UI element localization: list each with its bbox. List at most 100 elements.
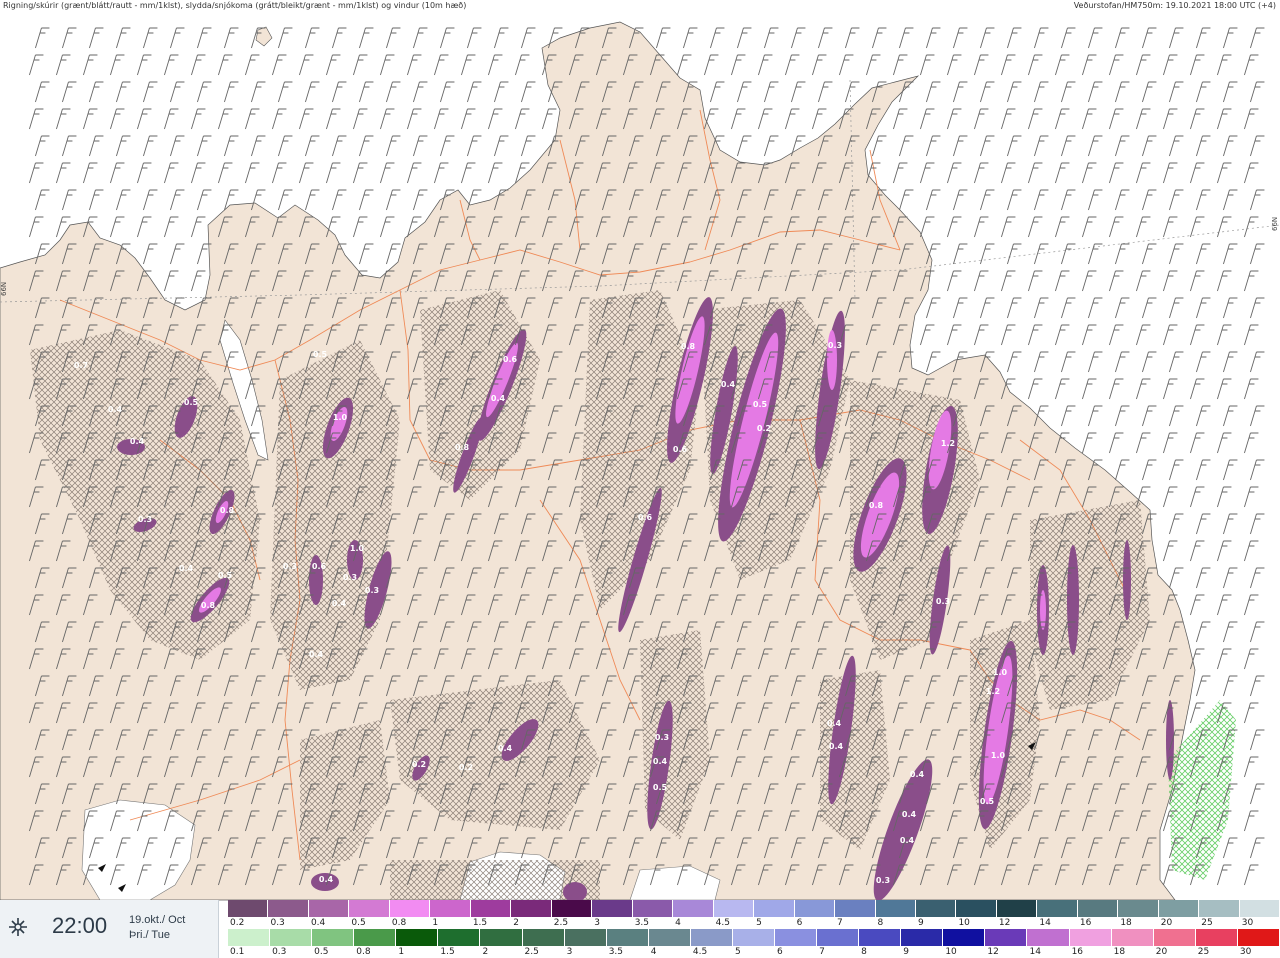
precip-amount-label: 0.2 (412, 760, 426, 769)
precip-amount-label: 0.3 (828, 341, 842, 350)
snow-legend-label: 4.5 (715, 918, 730, 928)
snow-legend-swatch (875, 900, 916, 917)
snow-legend-swatch (1118, 900, 1159, 917)
precip-amount-label: 0.4 (827, 719, 842, 728)
rain-legend-label: 4 (650, 947, 657, 957)
snow-legend-label: 3 (594, 918, 600, 928)
precip-amount-label: 0.3 (343, 573, 357, 582)
snow-legend-swatch (673, 900, 714, 917)
precip-amount-label: 0.6 (673, 445, 688, 454)
precip-amount-label: 0.5 (313, 350, 328, 359)
snow-legend-swatch (1239, 900, 1280, 917)
wind-icon[interactable] (6, 915, 30, 939)
rain-legend-swatch (270, 929, 313, 946)
rain-legend-swatch (985, 929, 1028, 946)
rain-legend-swatch (564, 929, 607, 946)
snow-legend-label: 1.5 (472, 918, 488, 928)
rain-legend-label: 1.5 (440, 947, 455, 957)
snow-legend-swatch (1199, 900, 1240, 917)
precip-amount-label: 0.4 (309, 650, 324, 659)
precip-amount-label: 1.0 (991, 751, 1006, 760)
time-box[interactable]: 22:00 19.okt./ Oct Þri./ Tue (0, 900, 219, 958)
precip-amount-label: 1.0 (350, 544, 365, 553)
rain-legend-swatch (690, 929, 733, 946)
rain-legend-label: 3 (566, 947, 573, 957)
precip-amount-label: 0.3 (138, 515, 152, 524)
rain-legend-label: 30 (1239, 947, 1252, 957)
rain-legend-label: 10 (945, 947, 957, 957)
forecast-time: 22:00 (52, 913, 108, 938)
rain-legend-label: 2.5 (524, 947, 539, 957)
precip-amount-label: 0.8 (681, 342, 696, 351)
grid-label-right: 66N (1271, 216, 1279, 231)
snow-legend-swatch (470, 900, 512, 917)
rain-legend-label: 5 (734, 947, 741, 957)
snow-legend-swatch (996, 900, 1038, 917)
weather-map[interactable]: 0.5 0.4 0.4 0.8 0.3 0.4 0.5 0.8 0.7 1.0 0.5 0.6 0.3 1… (0, 0, 1280, 958)
snow-legend-label: 14 (1039, 918, 1051, 928)
snow-legend-swatch (754, 900, 795, 917)
snow-legend-swatch (268, 900, 309, 917)
snow-legend-swatch (349, 900, 390, 917)
rain-legend-label: 7 (819, 947, 825, 957)
rain-legend-swatch (1069, 929, 1112, 946)
rain-legend-label: 6 (777, 947, 783, 957)
map-header-right: Veðurstofan/HM750m: 19.10.2021 18:00 UTC… (1073, 1, 1276, 10)
precip-amount-label: 0.4 (179, 564, 194, 573)
snow-legend-label: 6 (796, 918, 803, 928)
map-header-left: Rigning/skúrir (grænt/blátt/rautt - mm/1… (3, 1, 467, 10)
rain-legend-swatch (228, 929, 271, 946)
precip-amount-label: 1.2 (941, 439, 955, 448)
snow-legend-colorbar (228, 900, 1280, 917)
snow-legend-label: 0.8 (391, 918, 407, 928)
rain-legend-swatch (775, 929, 818, 946)
precip-amount-label: 0.5 (980, 797, 995, 806)
snow-legend-swatch (551, 900, 593, 917)
precip-amount-label: 0.8 (455, 443, 470, 452)
snow-legend-label: 16 (1079, 918, 1092, 928)
rain-legend-label: 9 (903, 947, 909, 957)
rain-legend-label: 0.3 (272, 947, 287, 957)
precip-amount-label: 0.4 (130, 437, 145, 446)
snow-legend-label: 5 (756, 918, 762, 928)
snow-legend-label: 12 (998, 918, 1011, 928)
rain-legend-label: 12 (987, 947, 999, 957)
precip-amount-label: 0.4 (319, 875, 334, 884)
snow-legend-swatch (713, 900, 755, 917)
precip-amount-label: 0.6 (503, 355, 518, 364)
snow-legend-label: 9 (917, 918, 924, 928)
snow-legend-swatch (794, 900, 836, 917)
rain-legend-label: 3.5 (608, 947, 624, 957)
rain-legend-label: 25 (1197, 947, 1210, 957)
rain-legend-label: 0.5 (314, 947, 329, 957)
snow-legend-swatch (632, 900, 674, 917)
snow-legend-swatch (956, 900, 997, 917)
precip-amount-label: 0.4 (108, 405, 123, 414)
precip-amount-label: 0.7 (74, 361, 88, 370)
precip-amount-label: 0.4 (653, 757, 668, 766)
precip-amount-label: 1.2 (986, 687, 1000, 696)
rain-legend-swatch (1111, 929, 1154, 946)
snow-legend-label: 7 (837, 918, 843, 928)
precip-amount-label: 0.3 (936, 597, 950, 606)
rain-legend-swatch (1195, 929, 1238, 946)
rain-legend-swatch (1153, 929, 1196, 946)
precip-amount-label: 1.0 (333, 413, 348, 422)
rain-legend-swatch (354, 929, 397, 946)
precip-amount-label: 0.3 (365, 586, 379, 595)
snow-legend-label: 0.3 (270, 918, 285, 928)
precip-amount-label: 0.5 (753, 400, 768, 409)
snow-legend-swatch (228, 900, 269, 917)
rain-legend-swatch (522, 929, 565, 946)
rain-legend-labels: 0.1 0.3 0.5 0.8 1 1.5 2 2.5 3 3.5 4 4.5 5 6 7 8 9 10 12 14 1… (228, 946, 1280, 958)
rain-legend-swatch (817, 929, 860, 946)
rain-legend-swatch (1237, 929, 1280, 946)
rain-legend-swatch (859, 929, 902, 946)
snow-legend-label: 20 (1160, 918, 1173, 928)
precip-amount-label: 0.3 (655, 733, 669, 742)
snow-legend-label: 4 (675, 918, 681, 928)
precip-amount-label: 0.8 (220, 506, 235, 515)
precip-amount-label: 0.5 (184, 398, 199, 407)
rain-legend-swatch (732, 929, 776, 946)
forecast-date: 19.okt./ Oct (129, 914, 186, 926)
